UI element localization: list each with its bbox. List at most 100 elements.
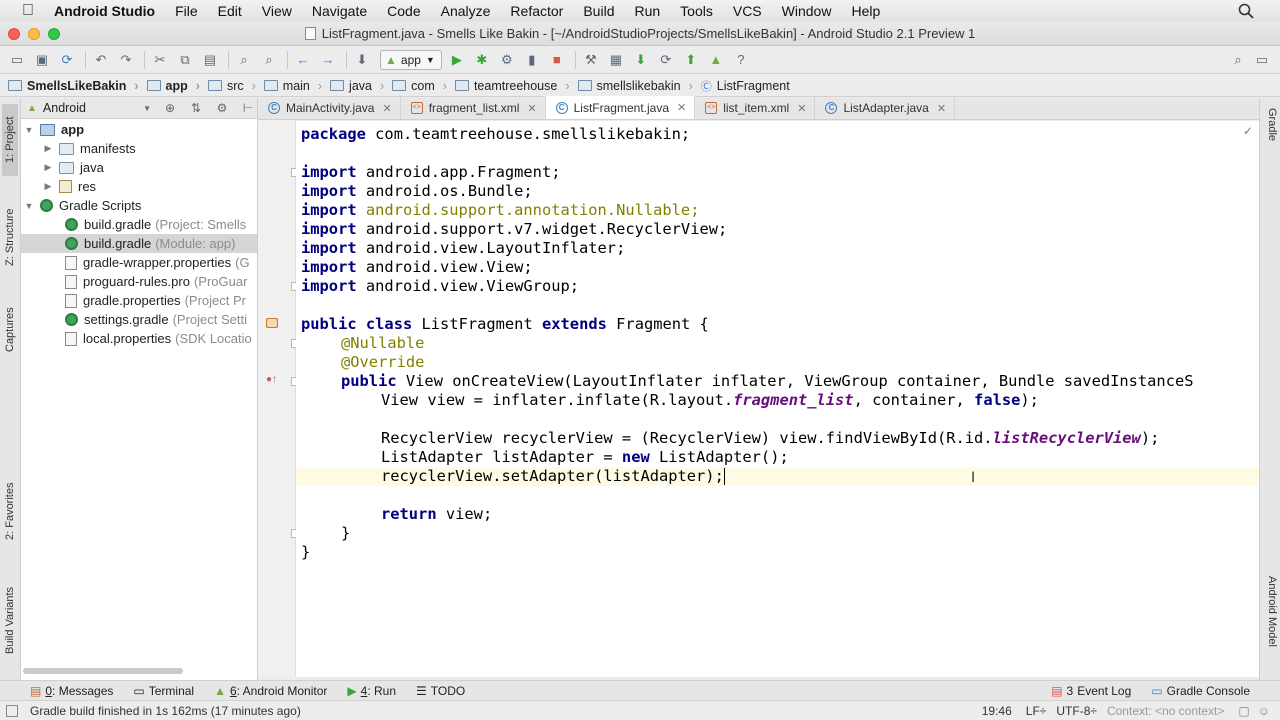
favorites-tool-tab[interactable]: 2: Favorites xyxy=(2,470,18,552)
menu-file[interactable]: File xyxy=(165,3,208,19)
gear-icon[interactable]: ⚙ xyxy=(215,101,229,115)
expanded-arrow-icon[interactable]: ▼ xyxy=(24,201,34,211)
menu-app[interactable]: Android Studio xyxy=(48,3,165,19)
caret-position[interactable]: 19:46 xyxy=(982,704,1012,718)
class-hierarchy-icon[interactable] xyxy=(266,318,278,328)
override-method-icon[interactable]: ●↑ xyxy=(266,375,278,385)
todo-tool-button[interactable]: ☰ TODO xyxy=(406,684,475,698)
editor-gutter[interactable]: ●↑ xyxy=(258,121,300,677)
collapsed-arrow-icon[interactable]: ▶ xyxy=(43,143,53,154)
tree-item-proguard[interactable]: proguard-rules.pro (ProGuar xyxy=(21,272,257,291)
copy-icon[interactable]: ⧉ xyxy=(174,49,196,71)
menu-edit[interactable]: Edit xyxy=(208,3,252,19)
android-device-monitor-icon[interactable]: ⬆ xyxy=(680,49,702,71)
breadcrumb-project[interactable]: SmellsLikeBakin › xyxy=(4,79,143,93)
gradle-console-tool-button[interactable]: ▭ Gradle Console xyxy=(1141,684,1260,698)
breadcrumb-src[interactable]: src › xyxy=(204,79,260,93)
help-icon[interactable]: ? xyxy=(730,49,752,71)
android-monitor-tool-button[interactable]: ▲ 6: Android Monitor xyxy=(204,684,337,698)
tab-list-item-xml[interactable]: <> list_item.xml ✕ xyxy=(695,97,816,119)
back-icon[interactable]: ← xyxy=(292,49,314,71)
run-icon[interactable]: ▶ xyxy=(446,49,468,71)
collapsed-arrow-icon[interactable]: ▶ xyxy=(43,181,53,192)
paste-icon[interactable]: ▤ xyxy=(199,49,221,71)
minimize-window-button[interactable] xyxy=(28,28,40,40)
project-structure-icon[interactable]: ⚒ xyxy=(580,49,602,71)
menu-code[interactable]: Code xyxy=(377,3,430,19)
tree-item-res[interactable]: ▶ res xyxy=(21,177,257,196)
make-project-icon[interactable]: ⬇ xyxy=(351,49,373,71)
tree-item-build-gradle-module[interactable]: build.gradle (Module: app) xyxy=(21,234,257,253)
tab-fragment-list-xml[interactable]: <> fragment_list.xml ✕ xyxy=(401,97,546,119)
event-log-tool-button[interactable]: ▤ 3 Event Log xyxy=(1041,684,1141,698)
expanded-arrow-icon[interactable]: ▼ xyxy=(24,125,34,135)
project-view-select[interactable]: ▲ Android ▼ xyxy=(27,101,151,115)
horizontal-scrollbar[interactable] xyxy=(23,668,183,674)
tree-item-settings-gradle[interactable]: settings.gradle (Project Setti xyxy=(21,310,257,329)
lock-icon[interactable]: ▢ xyxy=(1238,704,1249,718)
breadcrumb-java[interactable]: java › xyxy=(326,79,388,93)
layout-icon[interactable]: ▭ xyxy=(1251,49,1273,71)
attach-debugger-icon[interactable]: ⚙ xyxy=(496,49,518,71)
scroll-from-source-icon[interactable]: ⊕ xyxy=(163,101,177,115)
search-everywhere-icon[interactable]: ⌕ xyxy=(1227,49,1249,71)
close-icon[interactable]: ✕ xyxy=(382,102,391,115)
run-tool-button[interactable]: ▶ 4: Run xyxy=(337,684,406,698)
tree-item-gradle-scripts[interactable]: ▼ Gradle Scripts xyxy=(21,196,257,215)
android-model-tool-tab[interactable]: Android Model xyxy=(1262,576,1278,666)
android-icon[interactable]: ▲ xyxy=(705,49,727,71)
breadcrumb-com[interactable]: com › xyxy=(388,79,451,93)
menu-window[interactable]: Window xyxy=(772,3,842,19)
breadcrumb-smellslikebakin[interactable]: smellslikebakin › xyxy=(574,79,697,93)
close-icon[interactable]: ✕ xyxy=(527,102,536,115)
undo-icon[interactable]: ↶ xyxy=(90,49,112,71)
gradle-tool-tab[interactable]: Gradle xyxy=(1262,108,1278,160)
sync-gradle-icon[interactable]: ⟳ xyxy=(655,49,677,71)
menu-vcs[interactable]: VCS xyxy=(723,3,772,19)
sync-icon[interactable]: ⟳ xyxy=(56,49,78,71)
tree-item-local-properties[interactable]: local.properties (SDK Locatio xyxy=(21,329,257,348)
captures-tool-tab[interactable]: Captures xyxy=(2,296,18,364)
breadcrumb-listfragment[interactable]: Ⓒ ListFragment xyxy=(697,78,794,94)
menu-navigate[interactable]: Navigate xyxy=(302,3,377,19)
menu-help[interactable]: Help xyxy=(841,3,890,19)
close-icon[interactable]: ✕ xyxy=(797,102,806,115)
tab-listadapter[interactable]: C ListAdapter.java ✕ xyxy=(815,97,956,119)
apply-changes-icon[interactable]: ▮ xyxy=(521,49,543,71)
terminal-tool-button[interactable]: ▭ Terminal xyxy=(123,684,204,698)
stop-icon[interactable]: ■ xyxy=(546,49,568,71)
find-icon[interactable]: ⌕ xyxy=(233,49,255,71)
status-message[interactable]: Gradle build finished in 1s 162ms (17 mi… xyxy=(30,704,301,718)
menu-analyze[interactable]: Analyze xyxy=(431,3,501,19)
status-toggle-icon[interactable] xyxy=(6,704,18,717)
apple-icon[interactable]:  xyxy=(22,3,38,19)
file-encoding[interactable]: UTF-8÷ xyxy=(1056,704,1097,718)
tree-item-gradle-wrapper[interactable]: gradle-wrapper.properties (G xyxy=(21,253,257,272)
spotlight-search-icon[interactable] xyxy=(1238,3,1254,19)
structure-tool-tab[interactable]: Z: Structure xyxy=(2,194,18,280)
redo-icon[interactable]: ↷ xyxy=(115,49,137,71)
collapse-all-icon[interactable]: ⇅ xyxy=(189,101,203,115)
save-all-icon[interactable]: ▣ xyxy=(31,49,53,71)
tree-item-app[interactable]: ▼ app xyxy=(21,120,257,139)
zoom-window-button[interactable] xyxy=(48,28,60,40)
debug-icon[interactable]: ✱ xyxy=(471,49,493,71)
collapsed-arrow-icon[interactable]: ▶ xyxy=(43,162,53,173)
avd-manager-icon[interactable]: ▦ xyxy=(605,49,627,71)
project-tool-tab[interactable]: 1: Project xyxy=(2,104,18,176)
tab-mainactivity[interactable]: C MainActivity.java ✕ xyxy=(258,97,401,119)
build-variants-tool-tab[interactable]: Build Variants xyxy=(2,574,18,666)
open-folder-icon[interactable]: ▭ xyxy=(6,49,28,71)
run-config-select[interactable]: ▲ app ▼ xyxy=(380,49,442,70)
tree-item-build-gradle-project[interactable]: build.gradle (Project: Smells xyxy=(21,215,257,234)
breadcrumb-app[interactable]: app › xyxy=(143,79,204,93)
code-editor[interactable]: package com.teamtreehouse.smellslikebaki… xyxy=(296,121,1259,677)
messages-tool-button[interactable]: ▤ 0: Messages xyxy=(20,684,123,698)
line-separator[interactable]: LF÷ xyxy=(1026,704,1047,718)
inspector-icon[interactable]: ☺ xyxy=(1258,704,1270,718)
tree-item-gradle-properties[interactable]: gradle.properties (Project Pr xyxy=(21,291,257,310)
close-icon[interactable]: ✕ xyxy=(677,101,686,114)
close-window-button[interactable] xyxy=(8,28,20,40)
menu-refactor[interactable]: Refactor xyxy=(500,3,573,19)
breadcrumb-teamtreehouse[interactable]: teamtreehouse › xyxy=(451,79,574,93)
